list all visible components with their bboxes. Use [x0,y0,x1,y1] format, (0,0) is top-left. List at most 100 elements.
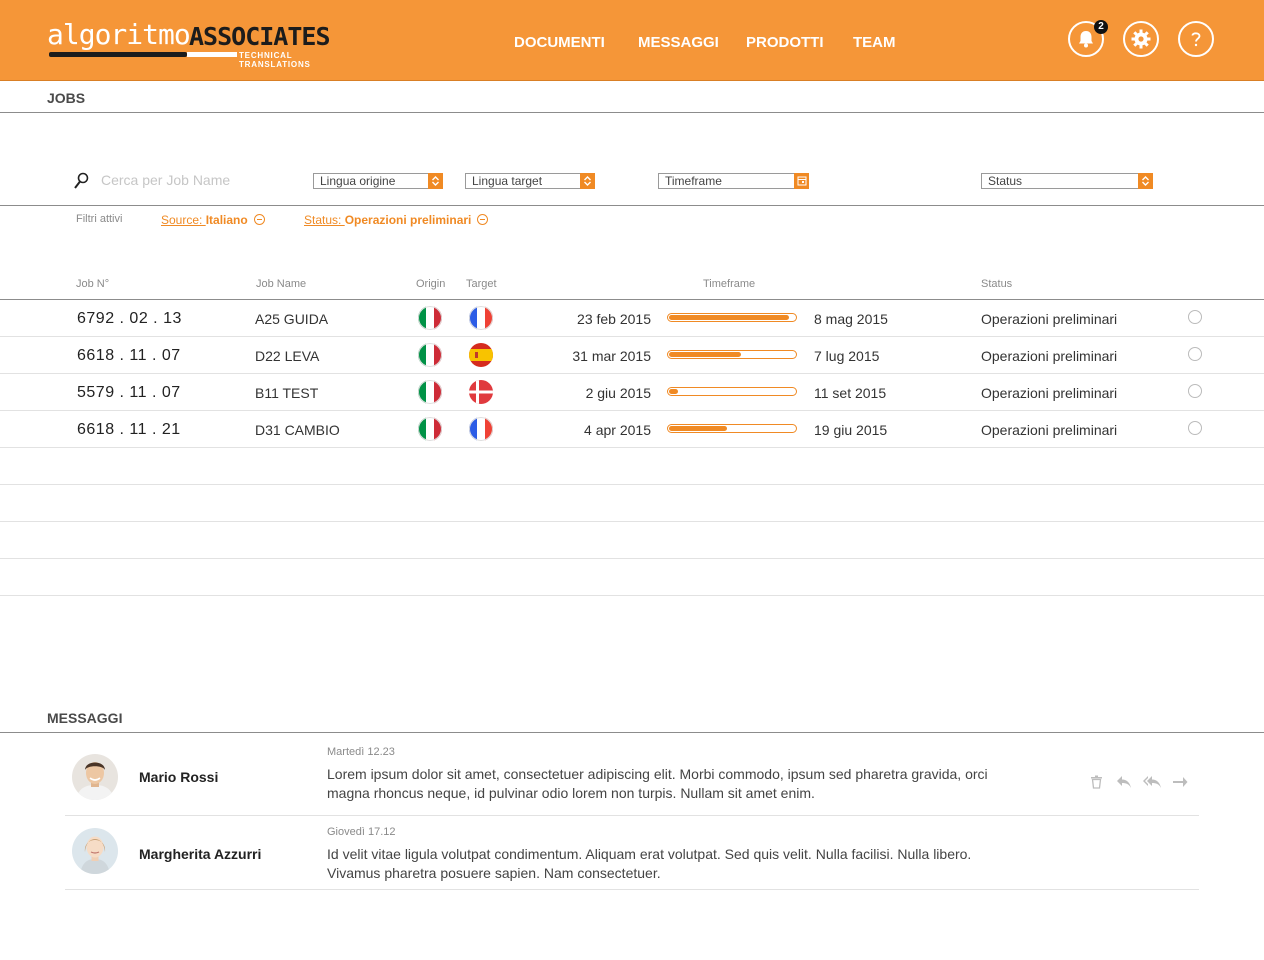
active-filters-label: Filtri attivi [76,213,123,225]
job-number: 6618 . 11 . 07 [77,347,181,364]
target-language-select[interactable]: Lingua target [465,173,595,189]
jobs-section-title: JOBS [47,90,86,106]
end-date: 7 lug 2015 [814,348,880,364]
timeframe-picker-label: Timeframe [665,174,722,188]
end-date: 11 set 2015 [814,385,887,401]
target-language-select-label: Lingua target [472,174,543,188]
brand-logo[interactable]: algoritmo ASSOCIATES TECHNICAL TRANSLATI… [47,18,347,69]
bell-icon [1079,31,1093,48]
progress-fill [669,352,741,357]
help-icon [1191,32,1201,47]
column-header-origin[interactable]: Origin [416,278,445,290]
denmark-flag-icon [469,380,493,404]
france-flag-icon [469,306,493,330]
row-select-radio[interactable] [1188,347,1202,361]
start-date: 4 apr 2015 [584,422,651,438]
row-divider [0,521,1264,522]
logo-underline [49,52,187,57]
column-header-job-name[interactable]: Job Name [256,278,306,290]
table-row[interactable]: 6792 . 02 . 13 A25 GUIDA 23 feb 2015 8 mag … [0,300,1264,337]
job-name: B11 TEST [255,385,319,401]
row-divider [0,558,1264,559]
italy-flag-icon [418,417,442,441]
source-language-select-label: Lingua origine [320,174,396,188]
message-item[interactable]: Mario Rossi Martedì 12.23 Lorem ipsum do… [65,733,1199,816]
updown-arrow-icon [1138,173,1153,189]
trash-icon[interactable] [1090,775,1103,789]
settings-button[interactable] [1123,21,1159,57]
top-bar: algoritmo ASSOCIATES TECHNICAL TRANSLATI… [0,0,1264,81]
messages-section-title: MESSAGGI [47,710,123,726]
job-status: Operazioni preliminari [981,385,1118,401]
job-status: Operazioni preliminari [981,422,1118,438]
message-item[interactable]: Margherita Azzurri Giovedì 17.12 Id veli… [65,815,1199,890]
italy-flag-icon [418,343,442,367]
row-divider [0,447,1264,448]
notifications-button[interactable]: 2 [1068,20,1108,57]
job-number: 6792 . 02 . 13 [77,310,182,327]
timeframe-picker[interactable]: Timeframe [658,173,809,189]
column-header-target[interactable]: Target [466,278,497,290]
forward-icon[interactable] [1172,775,1188,789]
filter-chip-source[interactable]: Source: Italiano [161,213,265,227]
job-name: D31 CAMBIO [255,422,340,438]
progress-fill [669,315,789,320]
timeframe-progress-bar [667,350,797,359]
message-sender: Margherita Azzurri [139,846,262,862]
italy-flag-icon [418,306,442,330]
nav-messaggi[interactable]: MESSAGGI [638,34,719,51]
column-header-timeframe[interactable]: Timeframe [703,278,755,290]
nav-documenti[interactable]: DOCUMENTI [514,34,605,51]
job-status: Operazioni preliminari [981,348,1118,364]
end-date: 8 mag 2015 [814,311,888,327]
column-header-job-no[interactable]: Job N° [76,278,109,290]
spain-flag-icon [469,343,493,367]
table-row[interactable]: 6618 . 11 . 07 D22 LEVA 31 mar 2015 7 lug 2… [0,337,1264,374]
row-select-radio[interactable] [1188,384,1202,398]
row-divider [0,595,1264,596]
start-date: 31 mar 2015 [572,348,651,364]
filter-chip-status[interactable]: Status: Operazioni preliminari [304,213,489,227]
remove-filter-icon[interactable] [253,214,265,225]
help-button[interactable] [1178,21,1214,57]
row-select-radio[interactable] [1188,421,1202,435]
table-row[interactable]: 6618 . 11 . 21 D31 CAMBIO 4 apr 2015 19 giu… [0,411,1264,448]
jobs-title-divider [0,112,1264,113]
search-icon [74,172,89,189]
message-sender: Mario Rossi [139,769,219,785]
notification-count-badge: 2 [1094,20,1108,34]
reply-all-icon[interactable] [1142,775,1162,789]
logo-word-light: algoritmo [47,18,191,51]
filter-chip-value: Italiano [205,213,248,227]
row-select-radio[interactable] [1188,310,1202,324]
status-select-label: Status [988,174,1023,188]
job-status: Operazioni preliminari [981,311,1118,327]
job-name: D22 LEVA [255,348,320,364]
italy-flag-icon [418,380,442,404]
progress-fill [669,426,727,431]
timeframe-progress-bar [667,313,797,322]
source-language-select[interactable]: Lingua origine [313,173,443,189]
start-date: 2 giu 2015 [585,385,651,401]
logo-word-bold: ASSOCIATES [189,22,331,51]
filter-chip-value: Operazioni preliminari [344,213,472,227]
status-select[interactable]: Status [981,173,1153,189]
gear-icon [1131,29,1151,49]
message-text: Id velit vitae ligula volutpat condiment… [327,846,972,881]
remove-filter-icon[interactable] [477,214,489,225]
job-name: A25 GUIDA [255,311,329,327]
nav-team[interactable]: TEAM [853,34,896,51]
updown-arrow-icon [428,173,443,189]
calendar-icon [794,173,809,189]
column-header-status[interactable]: Status [981,278,1012,290]
filters-divider [0,205,1264,206]
table-row[interactable]: 5579 . 11 . 07 B11 TEST 2 giu 2015 11 set 2… [0,374,1264,411]
reply-icon[interactable] [1116,775,1132,789]
message-date: Martedì 12.23 [327,746,395,758]
updown-arrow-icon [580,173,595,189]
job-search-input[interactable] [101,172,301,188]
job-number: 5579 . 11 . 07 [77,384,181,401]
end-date: 19 giu 2015 [814,422,888,438]
row-divider [0,484,1264,485]
nav-prodotti[interactable]: PRODOTTI [746,34,824,51]
